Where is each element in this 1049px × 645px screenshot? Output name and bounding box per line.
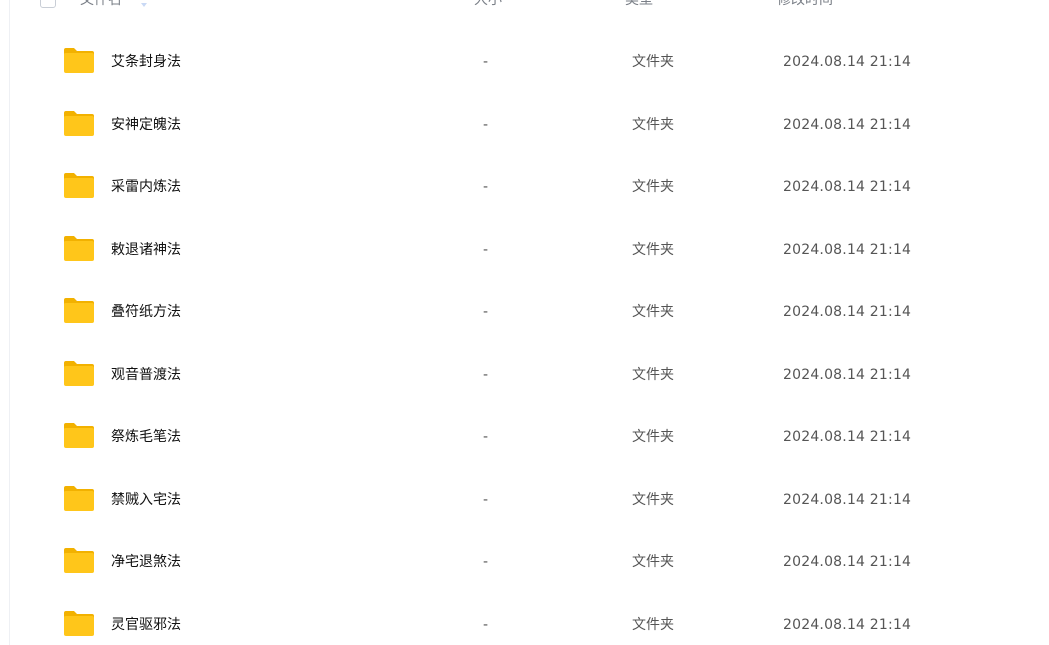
file-row[interactable]: 禁贼入宅法 - 文件夹 2024.08.14 21:14 bbox=[10, 469, 1049, 531]
file-modified-time: 2024.08.14 21:14 bbox=[783, 491, 912, 508]
file-modified-time: 2024.08.14 21:14 bbox=[783, 241, 912, 258]
file-type: 文件夹 bbox=[632, 304, 674, 320]
folder-icon bbox=[64, 48, 94, 73]
folder-icon bbox=[64, 110, 94, 136]
file-list-view: 文件名 大小 类型 修改时间 艾条封身法 - 文件夹 2024.08.14 21:14… bbox=[0, 0, 1049, 645]
sort-icon[interactable] bbox=[140, 0, 148, 9]
file-type: 文件夹 bbox=[632, 54, 674, 70]
file-list-header: 文件名 大小 类型 修改时间 bbox=[0, 0, 1049, 17]
file-type: 文件夹 bbox=[632, 554, 674, 570]
file-type: 文件夹 bbox=[632, 429, 674, 445]
folder-icon bbox=[64, 173, 94, 198]
file-modified-time: 2024.08.14 21:14 bbox=[783, 116, 912, 133]
file-size: - bbox=[483, 241, 489, 258]
column-header-type[interactable]: 类型 bbox=[625, 0, 653, 11]
file-modified-time: 2024.08.14 21:14 bbox=[783, 54, 912, 70]
file-row[interactable]: 敕退诸神法 - 文件夹 2024.08.14 21:14 bbox=[10, 219, 1049, 281]
file-row[interactable]: 祭炼毛笔法 - 文件夹 2024.08.14 21:14 bbox=[10, 406, 1049, 468]
folder-icon bbox=[64, 485, 94, 511]
file-type: 文件夹 bbox=[632, 366, 674, 383]
file-type: 文件夹 bbox=[632, 179, 674, 195]
file-row[interactable]: 采雷内炼法 - 文件夹 2024.08.14 21:14 bbox=[10, 156, 1049, 218]
file-type: 文件夹 bbox=[632, 241, 674, 258]
file-name[interactable]: 灵官驱邪法 bbox=[111, 594, 181, 645]
file-size: - bbox=[483, 616, 489, 633]
file-size: - bbox=[483, 116, 489, 133]
file-modified-time: 2024.08.14 21:14 bbox=[783, 554, 912, 570]
file-row[interactable]: 艾条封身法 - 文件夹 2024.08.14 21:14 bbox=[10, 31, 1049, 93]
file-size: - bbox=[483, 491, 489, 508]
file-modified-time: 2024.08.14 21:14 bbox=[783, 179, 912, 195]
file-row[interactable]: 叠符纸方法 - 文件夹 2024.08.14 21:14 bbox=[10, 281, 1049, 343]
select-all-checkbox[interactable] bbox=[40, 0, 56, 8]
file-type: 文件夹 bbox=[632, 116, 674, 133]
file-type: 文件夹 bbox=[632, 491, 674, 508]
file-name[interactable]: 祭炼毛笔法 bbox=[111, 406, 181, 468]
file-modified-time: 2024.08.14 21:14 bbox=[783, 304, 912, 320]
column-header-size[interactable]: 大小 bbox=[474, 0, 502, 11]
file-name[interactable]: 敕退诸神法 bbox=[111, 219, 181, 281]
file-size: - bbox=[483, 179, 489, 195]
file-modified-time: 2024.08.14 21:14 bbox=[783, 616, 912, 633]
file-size: - bbox=[483, 304, 489, 320]
file-size: - bbox=[483, 54, 489, 70]
folder-icon bbox=[64, 610, 94, 636]
file-row[interactable]: 净宅退煞法 - 文件夹 2024.08.14 21:14 bbox=[10, 531, 1049, 593]
file-size: - bbox=[483, 366, 489, 383]
folder-icon bbox=[64, 235, 94, 261]
file-name[interactable]: 禁贼入宅法 bbox=[111, 469, 181, 531]
file-name[interactable]: 艾条封身法 bbox=[111, 31, 181, 93]
file-name[interactable]: 叠符纸方法 bbox=[111, 281, 181, 343]
file-row[interactable]: 观音普渡法 - 文件夹 2024.08.14 21:14 bbox=[10, 344, 1049, 406]
file-size: - bbox=[483, 554, 489, 570]
column-header-mtime[interactable]: 修改时间 bbox=[777, 0, 833, 11]
file-name[interactable]: 观音普渡法 bbox=[111, 344, 181, 406]
file-row[interactable]: 安神定魄法 - 文件夹 2024.08.14 21:14 bbox=[10, 94, 1049, 156]
folder-icon bbox=[64, 298, 94, 323]
folder-icon bbox=[64, 423, 94, 448]
column-header-name[interactable]: 文件名 bbox=[80, 0, 122, 11]
file-name[interactable]: 安神定魄法 bbox=[111, 94, 181, 156]
file-name[interactable]: 净宅退煞法 bbox=[111, 531, 181, 593]
folder-icon bbox=[64, 548, 94, 573]
folder-icon bbox=[64, 360, 94, 386]
file-size: - bbox=[483, 429, 489, 445]
file-modified-time: 2024.08.14 21:14 bbox=[783, 366, 912, 383]
file-type: 文件夹 bbox=[632, 616, 674, 633]
file-name[interactable]: 采雷内炼法 bbox=[111, 156, 181, 218]
file-modified-time: 2024.08.14 21:14 bbox=[783, 429, 912, 445]
file-row[interactable]: 灵官驱邪法 - 文件夹 2024.08.14 21:14 bbox=[10, 594, 1049, 645]
